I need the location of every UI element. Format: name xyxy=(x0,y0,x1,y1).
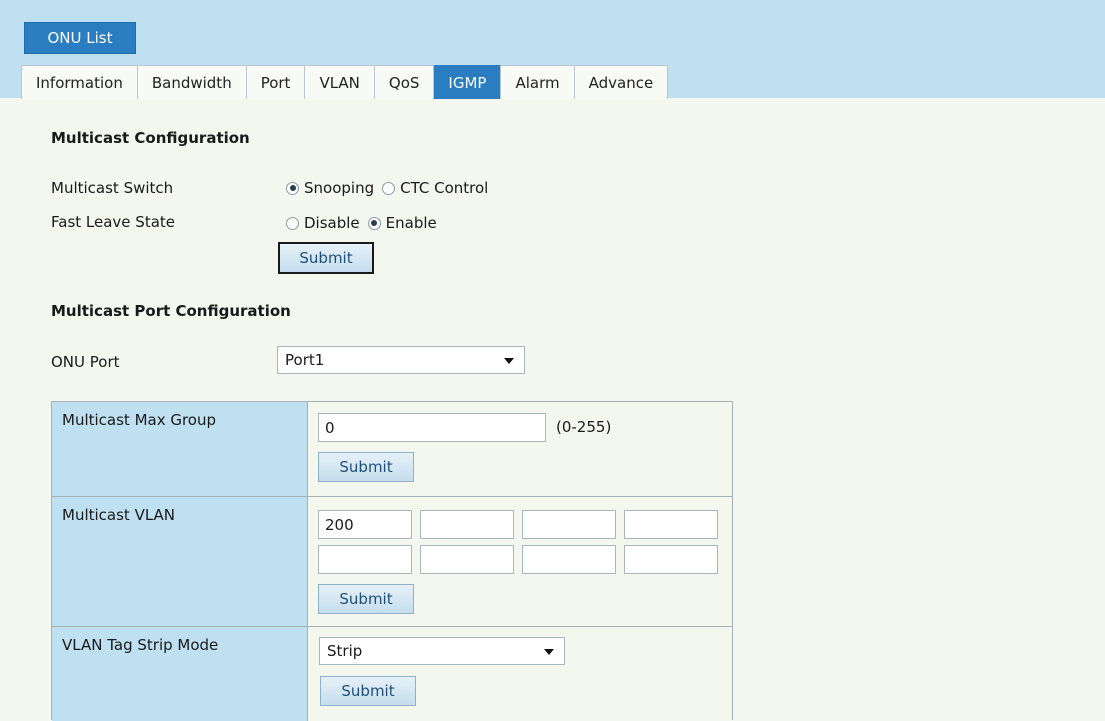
max-group-range-hint: (0-255) xyxy=(556,418,612,436)
strip-mode-row: VLAN Tag Strip Mode Strip Submit xyxy=(52,626,732,721)
tab-qos[interactable]: QoS xyxy=(374,65,435,99)
onu-port-selected-value: Port1 xyxy=(285,351,325,369)
strip-mode-label: VLAN Tag Strip Mode xyxy=(52,627,308,721)
fast-leave-state-label: Fast Leave State xyxy=(51,213,175,231)
vlan-input-4[interactable] xyxy=(624,510,718,539)
vlan-input-3[interactable] xyxy=(522,510,616,539)
multicast-vlan-submit-button[interactable]: Submit xyxy=(318,584,414,614)
ctc-control-radio[interactable] xyxy=(382,181,396,195)
multicast-vlan-row: Multicast VLAN 200 Submit xyxy=(52,496,732,626)
tab-bar: Information Bandwidth Port VLAN QoS IGMP… xyxy=(21,65,669,99)
max-group-submit-button[interactable]: Submit xyxy=(318,452,414,482)
tab-advance[interactable]: Advance xyxy=(574,65,669,99)
vlan-input-1[interactable]: 200 xyxy=(318,510,412,539)
multicast-config-title: Multicast Configuration xyxy=(51,129,250,147)
onu-port-label: ONU Port xyxy=(51,353,120,371)
tab-alarm[interactable]: Alarm xyxy=(501,65,575,99)
tab-vlan[interactable]: VLAN xyxy=(305,65,375,99)
port-config-table: Multicast Max Group 0 (0-255) Submit Mul… xyxy=(51,401,733,721)
max-group-row: Multicast Max Group 0 (0-255) Submit xyxy=(52,402,732,496)
strip-mode-submit-button[interactable]: Submit xyxy=(320,676,416,706)
strip-mode-selected-value: Strip xyxy=(327,642,363,660)
max-group-input[interactable]: 0 xyxy=(318,413,546,442)
tab-port[interactable]: Port xyxy=(246,65,306,99)
top-header-bar: ONU List Information Bandwidth Port VLAN… xyxy=(0,0,1105,99)
vlan-input-8[interactable] xyxy=(624,545,718,574)
onu-list-button[interactable]: ONU List xyxy=(24,22,136,54)
chevron-down-icon xyxy=(504,358,514,364)
tab-information[interactable]: Information xyxy=(22,65,138,99)
fast-leave-disable-radio[interactable] xyxy=(286,216,299,230)
ctc-control-radio-label: CTC Control xyxy=(400,179,489,197)
max-group-label: Multicast Max Group xyxy=(52,402,308,496)
vlan-input-2[interactable] xyxy=(420,510,514,539)
multicast-switch-label: Multicast Switch xyxy=(51,179,174,197)
snooping-radio[interactable] xyxy=(286,181,299,195)
multicast-port-config-title: Multicast Port Configuration xyxy=(51,302,291,320)
fast-leave-disable-label: Disable xyxy=(304,214,360,232)
fast-leave-enable-radio[interactable] xyxy=(367,216,381,230)
vlan-input-5[interactable] xyxy=(318,545,412,574)
vlan-input-6[interactable] xyxy=(420,545,514,574)
fast-leave-radio-group: Disable Enable xyxy=(286,214,445,232)
chevron-down-icon xyxy=(544,649,554,655)
vlan-input-7[interactable] xyxy=(522,545,616,574)
multicast-config-submit-button[interactable]: Submit xyxy=(278,242,374,274)
onu-port-select[interactable]: Port1 xyxy=(277,346,525,374)
multicast-switch-radio-group: Snooping CTC Control xyxy=(286,179,496,197)
tab-bandwidth[interactable]: Bandwidth xyxy=(137,65,247,99)
tab-igmp[interactable]: IGMP xyxy=(434,65,502,99)
fast-leave-enable-label: Enable xyxy=(385,214,437,232)
snooping-radio-label: Snooping xyxy=(304,179,375,197)
multicast-vlan-label: Multicast VLAN xyxy=(52,497,308,626)
strip-mode-select[interactable]: Strip xyxy=(319,637,565,665)
